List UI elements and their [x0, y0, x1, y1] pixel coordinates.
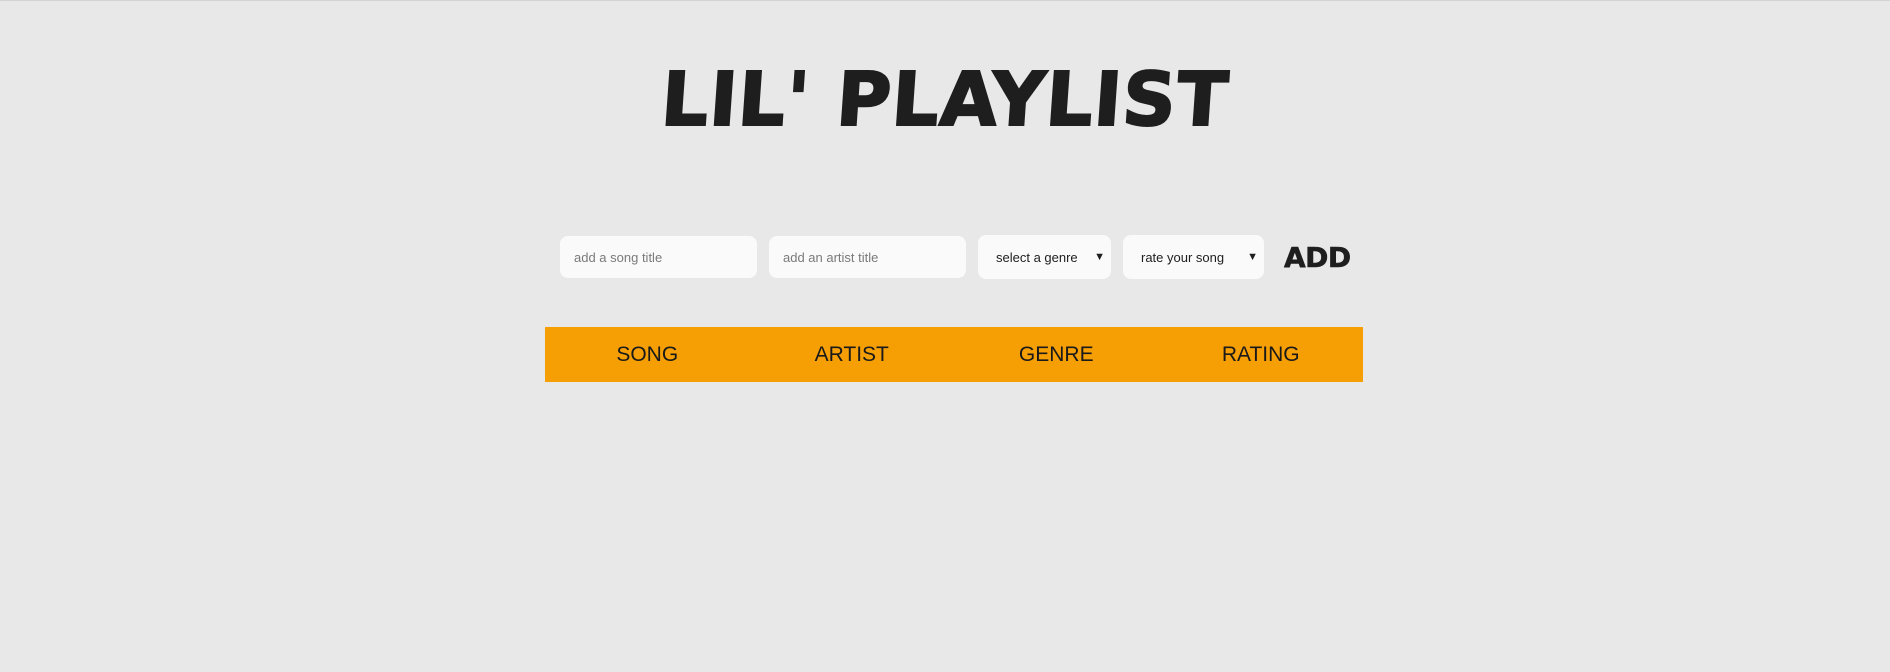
- song-title-input[interactable]: [560, 236, 757, 278]
- playlist-table-header: SONG ARTIST GENRE RATING: [545, 327, 1363, 382]
- rating-select[interactable]: rate your song ▼: [1123, 235, 1264, 279]
- column-header-genre: GENRE: [1018, 342, 1094, 366]
- top-border: [0, 0, 1890, 1]
- add-song-form: select a genre ▼ rate your song ▼ ADD: [560, 235, 1351, 279]
- caret-down-icon: ▼: [1247, 251, 1258, 263]
- rating-select-value: rate your song: [1141, 249, 1225, 265]
- caret-down-icon: ▼: [1094, 251, 1105, 263]
- column-header-rating: RATING: [1221, 342, 1300, 366]
- genre-select-value: select a genre: [996, 249, 1078, 265]
- genre-select[interactable]: select a genre ▼: [978, 235, 1111, 279]
- add-button[interactable]: ADD: [1276, 235, 1352, 279]
- column-header-artist: ARTIST: [814, 342, 889, 366]
- column-header-song: SONG: [616, 342, 679, 366]
- artist-title-input[interactable]: [769, 236, 966, 278]
- app-title: LIL' PLAYLIST: [658, 56, 1233, 144]
